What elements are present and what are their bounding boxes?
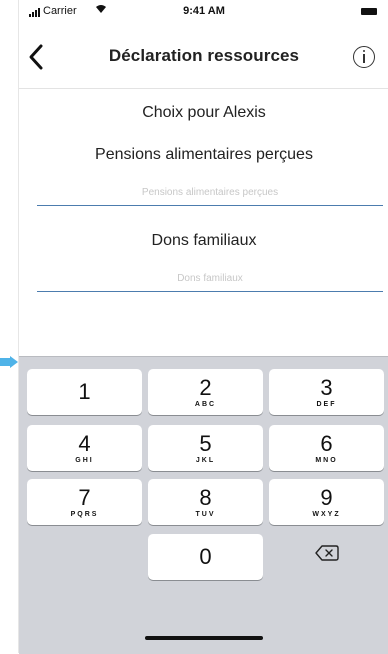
gifts-field xyxy=(37,266,383,292)
key-letters: JKL xyxy=(195,457,216,464)
pension-underline xyxy=(37,205,383,206)
pension-field xyxy=(37,180,383,206)
gifts-underline xyxy=(37,291,383,292)
key-digit: 4 xyxy=(78,431,91,456)
choice-title: Choix pour Alexis xyxy=(142,104,266,121)
phone-screen: Carrier 9:41 AM Déclaration ressources C… xyxy=(18,0,388,654)
status-time: 9:41 AM xyxy=(183,5,225,17)
key-digit: 1 xyxy=(78,379,91,404)
info-button[interactable] xyxy=(353,46,375,68)
key-letters: GHI xyxy=(75,457,94,464)
home-indicator[interactable] xyxy=(145,636,263,640)
battery-icon xyxy=(361,8,377,15)
key-5[interactable]: 5 JKL xyxy=(148,425,263,471)
page-title: Déclaration ressources xyxy=(108,46,300,65)
key-letters: DEF xyxy=(316,401,337,408)
key-1[interactable]: 1 xyxy=(27,369,142,415)
pointer-arrow-icon xyxy=(0,356,18,368)
key-letters: MNO xyxy=(315,457,338,464)
key-digit: 5 xyxy=(199,431,212,456)
key-digit: 6 xyxy=(320,431,333,456)
info-icon-stem xyxy=(362,54,365,63)
key-6[interactable]: 6 MNO xyxy=(269,425,384,471)
key-letters: TUV xyxy=(195,511,216,518)
key-letters: PQRS xyxy=(70,511,99,518)
status-bar: Carrier 9:41 AM xyxy=(19,0,388,24)
key-letters: ABC xyxy=(194,401,217,408)
key-7[interactable]: 7 PQRS xyxy=(27,479,142,525)
key-9[interactable]: 9 WXYZ xyxy=(269,479,384,525)
backspace-key[interactable] xyxy=(269,534,384,580)
numeric-keypad: 1 2 ABC 3 DEF 4 GHI 5 JKL 6 MNO 7 PQRS 8 xyxy=(19,356,388,654)
backspace-icon xyxy=(315,545,339,561)
key-4[interactable]: 4 GHI xyxy=(27,425,142,471)
key-2[interactable]: 2 ABC xyxy=(148,369,263,415)
key-letters: WXYZ xyxy=(312,511,341,518)
navigation-bar: Déclaration ressources xyxy=(19,26,388,89)
key-digit: 0 xyxy=(199,544,212,569)
back-button[interactable] xyxy=(23,40,55,74)
key-8[interactable]: 8 TUV xyxy=(148,479,263,525)
key-digit: 7 xyxy=(78,485,91,510)
gifts-input[interactable] xyxy=(37,266,383,290)
gifts-field-label: Dons familiaux xyxy=(151,232,257,249)
info-icon xyxy=(362,50,365,52)
key-digit: 8 xyxy=(199,485,212,510)
chevron-left-icon xyxy=(29,44,43,70)
key-digit: 2 xyxy=(199,375,212,400)
key-digit: 9 xyxy=(320,485,333,510)
key-digit: 3 xyxy=(320,375,333,400)
key-3[interactable]: 3 DEF xyxy=(269,369,384,415)
pension-input[interactable] xyxy=(37,180,383,204)
pension-field-label: Pensions alimentaires perçues xyxy=(95,146,313,163)
key-0[interactable]: 0 xyxy=(148,534,263,580)
